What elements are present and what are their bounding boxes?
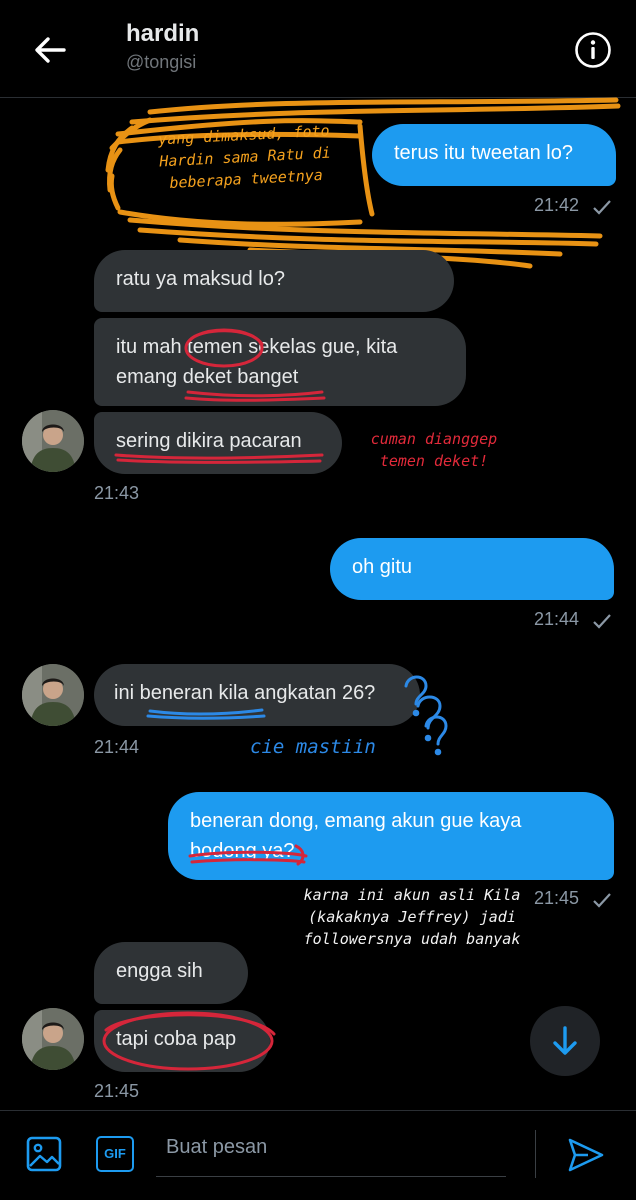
- gif-icon[interactable]: GIF: [96, 1136, 134, 1172]
- image-icon[interactable]: [26, 1136, 62, 1172]
- input-underline: [156, 1176, 506, 1177]
- send-icon[interactable]: [566, 1136, 606, 1174]
- message-input[interactable]: Buat pesan: [166, 1136, 267, 1159]
- composer-divider: [535, 1130, 536, 1178]
- gif-label: GIF: [104, 1146, 126, 1161]
- handdrawn-marks: [102, 328, 448, 1071]
